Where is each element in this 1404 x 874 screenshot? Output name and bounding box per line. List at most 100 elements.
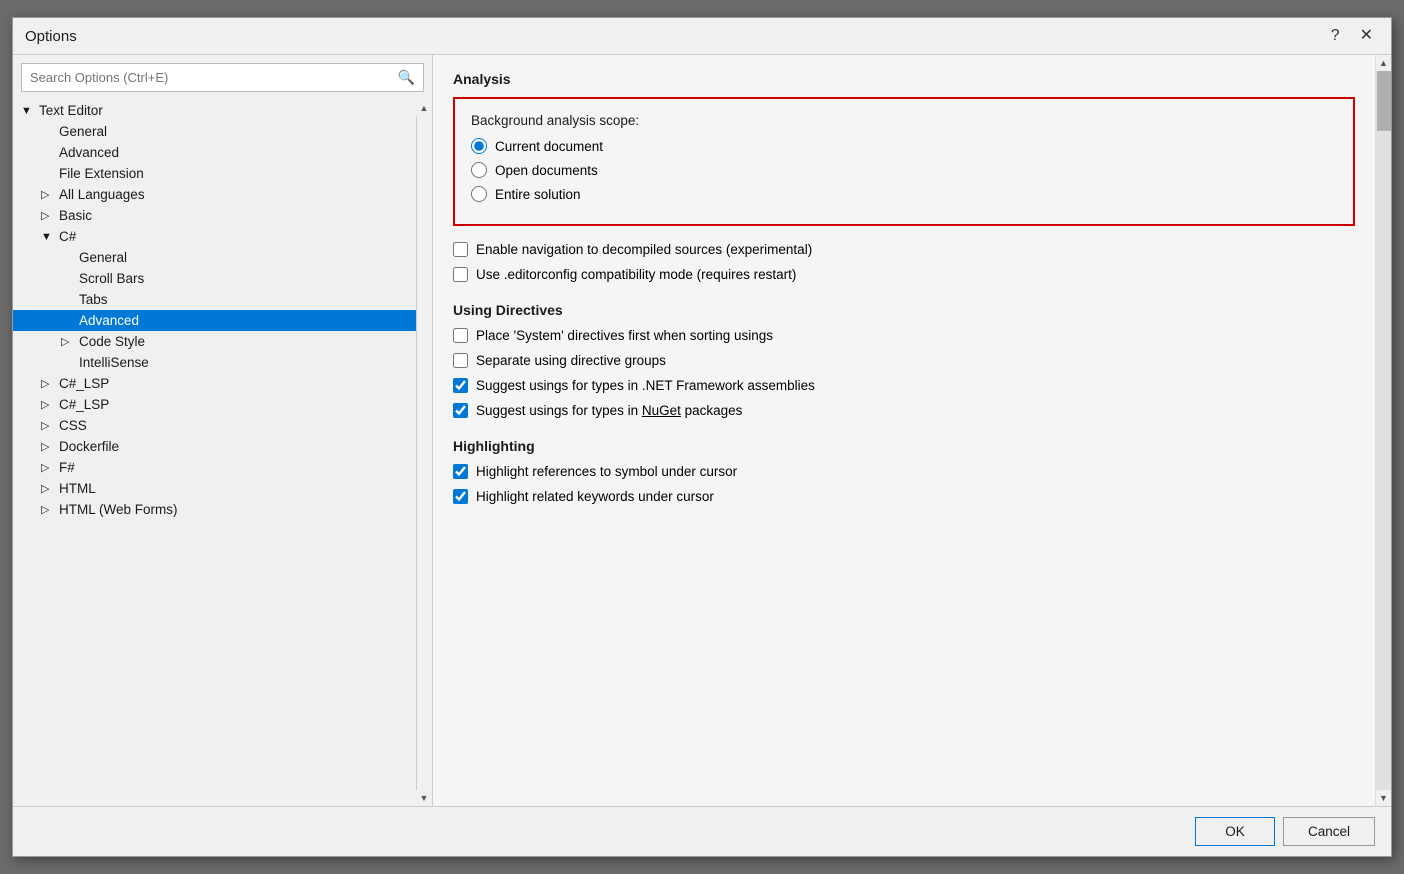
title-bar: Options ? ✕: [13, 18, 1391, 55]
tree-item-advanced[interactable]: Advanced: [13, 310, 416, 331]
radio-entire-solution[interactable]: Entire solution: [471, 186, 1337, 202]
editorconfig-label: Use .editorconfig compatibility mode (re…: [476, 267, 796, 282]
dialog-body: 🔍 ▼Text EditorGeneralAdvancedFile Extens…: [13, 55, 1391, 806]
tree-label-html: HTML: [59, 481, 96, 496]
analysis-title: Analysis: [453, 71, 1355, 87]
scope-label: Background analysis scope:: [471, 113, 1337, 128]
tree-item-css[interactable]: ▷CSS: [13, 415, 416, 436]
analysis-scope-box: Background analysis scope: Current docum…: [453, 97, 1355, 226]
close-button[interactable]: ✕: [1354, 26, 1379, 46]
tree-item-file-extension[interactable]: File Extension: [13, 163, 416, 184]
scroll-track: [416, 116, 432, 790]
highlight-keywords-input[interactable]: [453, 489, 468, 504]
checkbox-nav-decompiled[interactable]: Enable navigation to decompiled sources …: [453, 242, 1355, 257]
separate-groups-input[interactable]: [453, 353, 468, 368]
scroll-track: [1376, 71, 1391, 790]
checkbox-suggest-nuget[interactable]: Suggest usings for types in NuGet packag…: [453, 403, 1355, 418]
left-scrollbar: ▲ ▼: [416, 100, 432, 806]
title-bar-buttons: ? ✕: [1325, 26, 1379, 46]
tree-arrow-all-languages: ▷: [41, 188, 57, 201]
tree-arrow-csharp-lsp-2: ▷: [41, 398, 57, 411]
tree-item-dockerfile[interactable]: ▷Dockerfile: [13, 436, 416, 457]
radio-current-doc-input[interactable]: [471, 138, 487, 154]
tree-label-all-languages: All Languages: [59, 187, 145, 202]
tree-item-fsharp[interactable]: ▷F#: [13, 457, 416, 478]
tree-item-csharp-lsp-1[interactable]: ▷C#_LSP: [13, 373, 416, 394]
radio-current-doc-label: Current document: [495, 139, 603, 154]
tree-label-text-editor: Text Editor: [39, 103, 103, 118]
tree-item-csharp-lsp-2[interactable]: ▷C#_LSP: [13, 394, 416, 415]
nav-decompiled-label: Enable navigation to decompiled sources …: [476, 242, 812, 257]
suggest-nuget-input[interactable]: [453, 403, 468, 418]
scroll-up-arrow[interactable]: ▲: [416, 100, 432, 116]
tree-label-html-webforms: HTML (Web Forms): [59, 502, 178, 517]
help-button[interactable]: ?: [1325, 26, 1346, 46]
tree-item-csharp[interactable]: ▼C#: [13, 226, 416, 247]
highlight-keywords-label: Highlight related keywords under cursor: [476, 489, 714, 504]
tree-arrow-basic: ▷: [41, 209, 57, 222]
checkbox-highlight-refs[interactable]: Highlight references to symbol under cur…: [453, 464, 1355, 479]
tree-item-html[interactable]: ▷HTML: [13, 478, 416, 499]
using-directives-title: Using Directives: [453, 302, 1355, 318]
radio-open-docs-input[interactable]: [471, 162, 487, 178]
tree-label-code-style: Code Style: [79, 334, 145, 349]
tree-label-csharp-general: General: [79, 250, 127, 265]
tree-arrow-html: ▷: [41, 482, 57, 495]
highlight-refs-input[interactable]: [453, 464, 468, 479]
nav-decompiled-input[interactable]: [453, 242, 468, 257]
tree-item-tabs[interactable]: Tabs: [13, 289, 416, 310]
tree-arrow-csharp-lsp-1: ▷: [41, 377, 57, 390]
right-scrollbar: ▲ ▼: [1375, 55, 1391, 806]
checkbox-highlight-keywords[interactable]: Highlight related keywords under cursor: [453, 489, 1355, 504]
using-directives-section: Using Directives Place 'System' directiv…: [453, 302, 1355, 418]
checkbox-system-first[interactable]: Place 'System' directives first when sor…: [453, 328, 1355, 343]
scroll-down-arrow[interactable]: ▼: [416, 790, 432, 806]
suggest-net-input[interactable]: [453, 378, 468, 393]
tree-item-advanced-te[interactable]: Advanced: [13, 142, 416, 163]
tree-label-dockerfile: Dockerfile: [59, 439, 119, 454]
tree-item-text-editor[interactable]: ▼Text Editor: [13, 100, 416, 121]
checkbox-editorconfig[interactable]: Use .editorconfig compatibility mode (re…: [453, 267, 1355, 282]
tree-item-scroll-bars[interactable]: Scroll Bars: [13, 268, 416, 289]
radio-open-docs[interactable]: Open documents: [471, 162, 1337, 178]
nuget-underline: NuGet: [642, 403, 681, 418]
ok-button[interactable]: OK: [1195, 817, 1275, 846]
tree-scroll-wrap: ▼Text EditorGeneralAdvancedFile Extensio…: [13, 100, 432, 806]
scroll-down-arrow[interactable]: ▼: [1376, 790, 1392, 806]
radio-entire-solution-input[interactable]: [471, 186, 487, 202]
tree-label-advanced: Advanced: [79, 313, 139, 328]
left-panel: 🔍 ▼Text EditorGeneralAdvancedFile Extens…: [13, 55, 433, 806]
scroll-thumb[interactable]: [1377, 71, 1391, 131]
highlight-refs-label: Highlight references to symbol under cur…: [476, 464, 737, 479]
checkbox-separate-groups[interactable]: Separate using directive groups: [453, 353, 1355, 368]
editorconfig-input[interactable]: [453, 267, 468, 282]
tree-item-basic[interactable]: ▷Basic: [13, 205, 416, 226]
search-box[interactable]: 🔍: [21, 63, 424, 92]
highlighting-title: Highlighting: [453, 438, 1355, 454]
radio-open-docs-label: Open documents: [495, 163, 598, 178]
tree-item-intellisense[interactable]: IntelliSense: [13, 352, 416, 373]
tree-arrow-dockerfile: ▷: [41, 440, 57, 453]
tree-arrow-fsharp: ▷: [41, 461, 57, 474]
system-first-label: Place 'System' directives first when sor…: [476, 328, 773, 343]
tree-item-html-webforms[interactable]: ▷HTML (Web Forms): [13, 499, 416, 520]
tree-label-intellisense: IntelliSense: [79, 355, 149, 370]
radio-current-doc[interactable]: Current document: [471, 138, 1337, 154]
tree-item-csharp-general[interactable]: General: [13, 247, 416, 268]
checkbox-suggest-net[interactable]: Suggest usings for types in .NET Framewo…: [453, 378, 1355, 393]
tree-label-scroll-bars: Scroll Bars: [79, 271, 144, 286]
scroll-up-arrow[interactable]: ▲: [1376, 55, 1392, 71]
analysis-section: Analysis Background analysis scope: Curr…: [453, 71, 1355, 282]
tree-arrow-code-style: ▷: [61, 335, 77, 348]
suggest-net-label: Suggest usings for types in .NET Framewo…: [476, 378, 815, 393]
tree-item-general[interactable]: General: [13, 121, 416, 142]
dialog-footer: OK Cancel: [13, 806, 1391, 856]
tree: ▼Text EditorGeneralAdvancedFile Extensio…: [13, 100, 416, 806]
search-input[interactable]: [22, 64, 390, 91]
tree-item-all-languages[interactable]: ▷All Languages: [13, 184, 416, 205]
system-first-input[interactable]: [453, 328, 468, 343]
tree-arrow-csharp: ▼: [41, 231, 57, 243]
cancel-button[interactable]: Cancel: [1283, 817, 1375, 846]
tree-item-code-style[interactable]: ▷Code Style: [13, 331, 416, 352]
content-area: Analysis Background analysis scope: Curr…: [433, 55, 1375, 806]
